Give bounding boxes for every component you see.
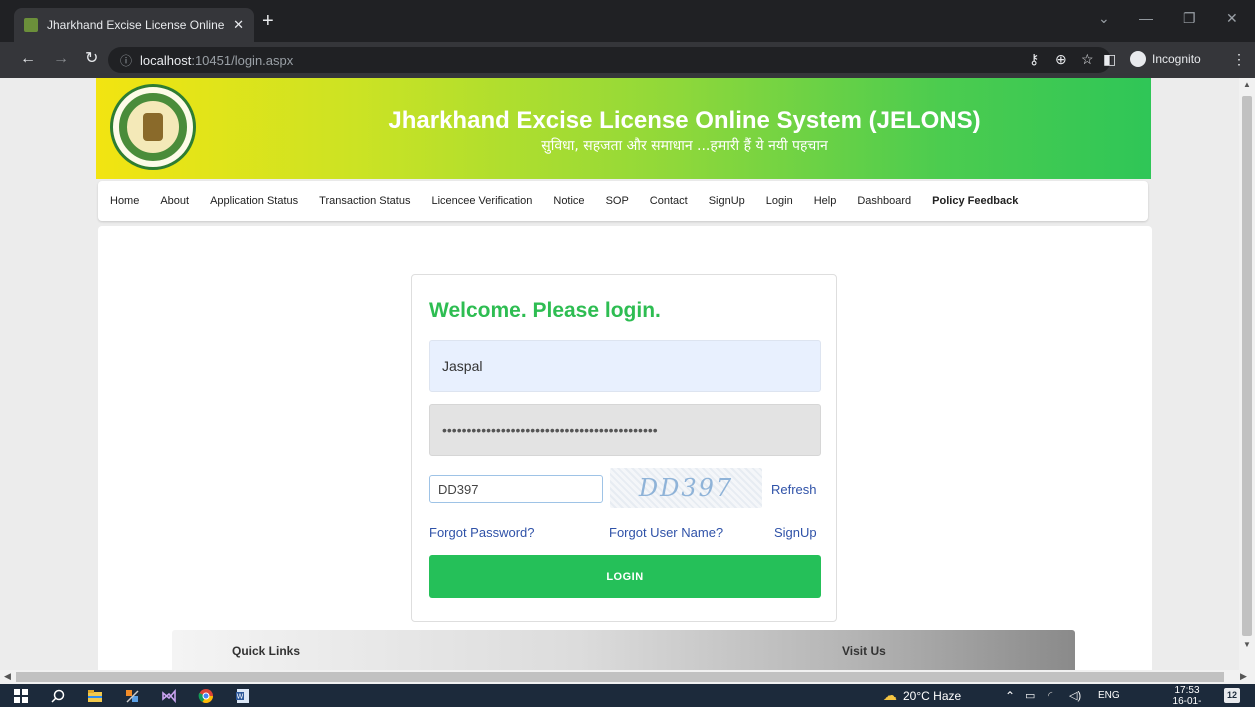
login-title: Welcome. Please login. [429,299,661,322]
horizontal-scroll-thumb[interactable] [16,672,1224,682]
weather-widget[interactable]: ☁ 20°C Haze [883,684,961,707]
footer-strip: Quick Links Visit Us [172,630,1075,670]
scroll-left-icon[interactable]: ◀ [4,671,11,682]
site-header-banner: Jharkhand Excise License Online System (… [96,78,1151,179]
main-navigation: Home About Application Status Transactio… [98,181,1148,221]
nav-signup[interactable]: SignUp [709,195,745,207]
signup-link[interactable]: SignUp [774,525,817,540]
notification-center-button[interactable]: 12 [1224,684,1240,707]
clock-date: 16-01-2023 [1172,696,1202,707]
captcha-refresh-link[interactable]: Refresh [771,482,817,497]
visual-studio-icon[interactable] [161,688,177,704]
site-favicon-icon [24,18,38,32]
svg-text:W: W [237,693,244,701]
login-card: Welcome. Please login. DD397 Refresh For… [411,274,837,622]
file-explorer-icon[interactable] [87,688,103,704]
site-title: Jharkhand Excise License Online System (… [388,107,981,134]
site-tagline: सुविधा, सहजता और समाधान ...हमारी हैं ये … [541,138,828,154]
windows-taskbar: W ☁ 20°C Haze ⌃ ▭ ◜ ◁) ENG 17:53 16-01-2… [0,684,1255,707]
quick-links-heading: Quick Links [232,644,301,658]
battery-icon[interactable]: ▭ [1025,684,1035,707]
login-button[interactable]: LOGIN [429,555,821,598]
captcha-input[interactable] [429,475,603,503]
minimize-icon[interactable]: — [1139,10,1153,26]
scroll-right-icon[interactable]: ▶ [1240,671,1247,682]
captcha-image: DD397 [610,468,762,508]
browser-tab[interactable]: Jharkhand Excise License Online S ✕ [14,8,254,42]
nav-application-status[interactable]: Application Status [210,195,298,207]
nav-notice[interactable]: Notice [553,195,584,207]
restore-icon[interactable]: ❐ [1183,10,1196,27]
system-clock[interactable]: 17:53 16-01-2023 [1162,684,1212,707]
vertical-scrollbar[interactable]: ▲ ▼ [1239,78,1255,670]
horizontal-scrollbar[interactable]: ◀ ▶ [0,670,1255,684]
tab-search-icon[interactable]: ⌄ [1098,10,1110,27]
weather-text: 20°C Haze [903,688,962,703]
nav-contact[interactable]: Contact [650,195,688,207]
incognito-icon [1130,51,1146,67]
url-path: :10451/login.aspx [191,52,294,68]
nav-home[interactable]: Home [110,195,139,207]
weather-cloud-sun-icon: ☁ [883,687,897,703]
nav-sop[interactable]: SOP [606,195,629,207]
main-content: Welcome. Please login. DD397 Refresh For… [98,226,1152,670]
incognito-label: Incognito [1152,52,1201,66]
notification-count: 12 [1224,688,1240,703]
password-input[interactable] [429,404,821,456]
nav-transaction-status[interactable]: Transaction Status [319,195,410,207]
incognito-indicator[interactable]: Incognito [1130,51,1201,67]
forward-icon[interactable]: → [53,51,69,67]
word-icon[interactable]: W [235,688,251,704]
visit-us-heading: Visit Us [842,644,886,658]
nav-dashboard[interactable]: Dashboard [857,195,911,207]
new-tab-button[interactable]: + [262,11,274,31]
tools-app-icon[interactable] [124,688,140,704]
side-panel-icon[interactable]: ◧ [1103,52,1116,66]
browser-toolbar: ← → ↻ ⓘ localhost :10451/login.aspx ⚷ ⊕ … [0,42,1255,78]
search-icon[interactable] [50,688,66,704]
vertical-scroll-thumb[interactable] [1242,96,1252,636]
chrome-icon[interactable] [198,688,214,704]
nav-about[interactable]: About [160,195,189,207]
address-bar[interactable]: ⓘ localhost :10451/login.aspx [108,47,1111,73]
zoom-icon[interactable]: ⊕ [1055,52,1067,66]
nav-login[interactable]: Login [766,195,793,207]
windows-start-icon[interactable] [13,688,29,704]
url-host: localhost [140,52,192,68]
clock-time: 17:53 [1174,685,1200,696]
language-indicator[interactable]: ENG [1098,684,1120,707]
tab-close-icon[interactable]: ✕ [233,17,244,33]
captcha-image-text: DD397 [638,474,734,502]
nav-policy-feedback[interactable]: Policy Feedback [932,195,1018,207]
volume-icon[interactable]: ◁) [1069,684,1081,707]
scroll-up-icon[interactable]: ▲ [1243,80,1251,89]
browser-titlebar: Jharkhand Excise License Online S ✕ + ⌄ … [0,0,1255,42]
reload-icon[interactable]: ↻ [85,51,98,67]
close-window-icon[interactable]: ✕ [1226,10,1238,27]
menu-kebab-icon[interactable]: ⋮ [1232,52,1246,66]
page-viewport: Jharkhand Excise License Online System (… [0,78,1255,670]
nav-help[interactable]: Help [814,195,837,207]
forgot-username-link[interactable]: Forgot User Name? [609,525,723,540]
tab-title: Jharkhand Excise License Online S [47,18,227,32]
network-icon[interactable]: ◜ [1048,684,1052,707]
nav-licencee-verification[interactable]: Licencee Verification [431,195,532,207]
username-input[interactable] [429,340,821,392]
show-hidden-icons-icon[interactable]: ⌃ [1005,684,1015,707]
scroll-down-icon[interactable]: ▼ [1243,640,1251,649]
password-key-icon[interactable]: ⚷ [1029,52,1039,66]
bookmark-star-icon[interactable]: ☆ [1081,52,1094,66]
back-icon[interactable]: ← [20,51,36,67]
forgot-password-link[interactable]: Forgot Password? [429,525,535,540]
site-info-icon[interactable]: ⓘ [120,52,132,69]
